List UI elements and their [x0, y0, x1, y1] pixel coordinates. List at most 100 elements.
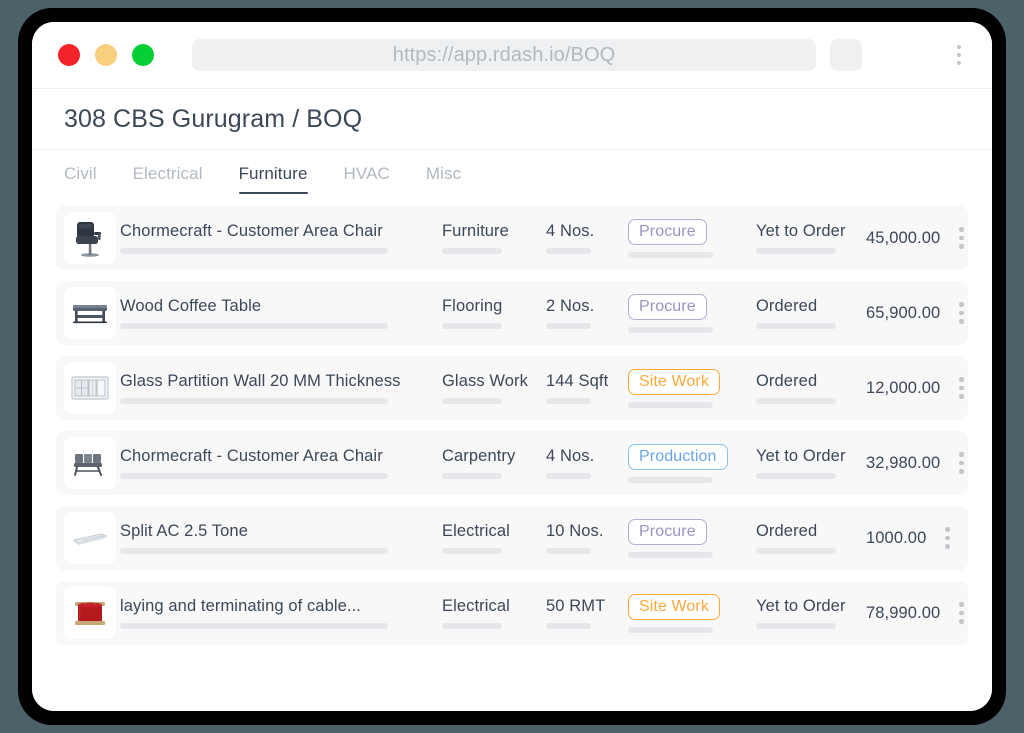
- item-name-cell: Split AC 2.5 Tone: [116, 522, 442, 554]
- item-category-cell: Carpentry: [442, 447, 546, 479]
- placeholder-bar: [756, 623, 836, 629]
- item-work-type-cell: Site Work: [628, 594, 756, 633]
- status-badge-work-type[interactable]: Site Work: [628, 594, 720, 620]
- item-order-status-cell: Yet to Order: [756, 222, 866, 254]
- kebab-menu-icon[interactable]: [950, 373, 972, 403]
- table-row[interactable]: Chormecraft - Customer Area Chair Carpen…: [56, 431, 968, 495]
- office-chair-image: [64, 212, 116, 264]
- browser-toolbar: https://app.rdash.io/BOQ: [32, 22, 992, 88]
- status-badge-work-type[interactable]: Site Work: [628, 369, 720, 395]
- kebab-dot: [959, 311, 964, 316]
- table-row[interactable]: Glass Partition Wall 20 MM Thickness Gla…: [56, 356, 968, 420]
- page-header: 308 CBS Gurugram / BOQ: [32, 88, 992, 150]
- bench-seating-image: [64, 437, 116, 489]
- item-quantity: 4 Nos.: [546, 222, 628, 241]
- placeholder-bar: [120, 398, 388, 404]
- item-category: Glass Work: [442, 372, 546, 391]
- item-quantity: 10 Nos.: [546, 522, 628, 541]
- kebab-dot: [959, 461, 964, 466]
- kebab-menu-icon[interactable]: [950, 298, 972, 328]
- table-row[interactable]: Wood Coffee Table Flooring 2 Nos. Procur…: [56, 281, 968, 345]
- status-badge-work-type[interactable]: Procure: [628, 219, 707, 245]
- tab-misc[interactable]: Misc: [426, 158, 461, 194]
- cable-spool-image: [64, 587, 116, 639]
- item-order-status: Ordered: [756, 372, 866, 391]
- kebab-menu-icon[interactable]: [950, 223, 972, 253]
- toolbar-extension-button[interactable]: [830, 39, 862, 71]
- placeholder-bar: [628, 327, 713, 333]
- kebab-dot: [957, 53, 961, 57]
- kebab-menu-icon[interactable]: [946, 40, 972, 70]
- tab-hvac[interactable]: HVAC: [344, 158, 390, 194]
- item-category-cell: Flooring: [442, 297, 546, 329]
- kebab-menu-icon[interactable]: [950, 448, 972, 478]
- item-order-status-cell: Yet to Order: [756, 597, 866, 629]
- tab-civil[interactable]: Civil: [64, 158, 97, 194]
- kebab-dot: [959, 244, 964, 249]
- placeholder-bar: [628, 477, 713, 483]
- kebab-dot: [957, 45, 961, 49]
- placeholder-bar: [546, 473, 591, 479]
- kebab-dot: [959, 386, 964, 391]
- item-work-type-cell: Procure: [628, 519, 756, 558]
- item-name: Chormecraft - Customer Area Chair: [120, 222, 442, 241]
- item-name-cell: laying and terminating of cable...: [116, 597, 442, 629]
- glass-window-image: [64, 362, 116, 414]
- kebab-dot: [959, 236, 964, 241]
- browser-window: https://app.rdash.io/BOQ 308 CBS Gurugra…: [32, 22, 992, 711]
- item-category: Electrical: [442, 522, 546, 541]
- placeholder-bar: [546, 548, 591, 554]
- placeholder-bar: [756, 248, 836, 254]
- item-amount-cell: 45,000.00: [866, 229, 950, 248]
- item-quantity: 2 Nos.: [546, 297, 628, 316]
- item-category: Flooring: [442, 297, 546, 316]
- item-name: Chormecraft - Customer Area Chair: [120, 447, 442, 466]
- item-name-cell: Chormecraft - Customer Area Chair: [116, 447, 442, 479]
- tab-electrical[interactable]: Electrical: [133, 158, 203, 194]
- placeholder-bar: [628, 402, 713, 408]
- item-category: Furniture: [442, 222, 546, 241]
- item-amount: 65,900.00: [866, 304, 940, 323]
- placeholder-bar: [442, 248, 502, 254]
- item-order-status: Yet to Order: [756, 222, 866, 241]
- maximize-window-button[interactable]: [132, 44, 154, 66]
- minimize-window-button[interactable]: [95, 44, 117, 66]
- status-badge-work-type[interactable]: Production: [628, 444, 728, 470]
- item-order-status-cell: Ordered: [756, 297, 866, 329]
- placeholder-bar: [756, 398, 836, 404]
- item-name: Glass Partition Wall 20 MM Thickness: [120, 372, 442, 391]
- kebab-dot: [959, 619, 964, 624]
- placeholder-bar: [120, 323, 388, 329]
- item-quantity-cell: 144 Sqft: [546, 372, 628, 404]
- item-amount: 1000.00: [866, 529, 926, 548]
- placeholder-bar: [546, 623, 591, 629]
- item-amount-cell: 65,900.00: [866, 304, 950, 323]
- item-work-type-cell: Procure: [628, 219, 756, 258]
- kebab-menu-icon[interactable]: [950, 598, 972, 628]
- placeholder-bar: [628, 627, 713, 633]
- table-row[interactable]: Split AC 2.5 Tone Electrical 10 Nos. Pro…: [56, 506, 968, 570]
- kebab-menu-icon[interactable]: [936, 523, 958, 553]
- item-name: laying and terminating of cable...: [120, 597, 442, 616]
- address-bar[interactable]: https://app.rdash.io/BOQ: [192, 39, 816, 71]
- status-badge-work-type[interactable]: Procure: [628, 294, 707, 320]
- item-category: Carpentry: [442, 447, 546, 466]
- kebab-dot: [959, 227, 964, 232]
- tab-furniture[interactable]: Furniture: [239, 158, 308, 194]
- kebab-dot: [945, 536, 950, 541]
- table-row[interactable]: laying and terminating of cable... Elect…: [56, 581, 968, 645]
- item-work-type-cell: Procure: [628, 294, 756, 333]
- item-amount-cell: 12,000.00: [866, 379, 950, 398]
- table-row[interactable]: Chormecraft - Customer Area Chair Furnit…: [56, 206, 968, 270]
- item-quantity: 4 Nos.: [546, 447, 628, 466]
- item-category-cell: Furniture: [442, 222, 546, 254]
- boq-item-list: Chormecraft - Customer Area Chair Furnit…: [32, 202, 992, 711]
- kebab-dot: [959, 302, 964, 307]
- kebab-dot: [959, 452, 964, 457]
- item-quantity: 144 Sqft: [546, 372, 628, 391]
- item-order-status: Ordered: [756, 297, 866, 316]
- kebab-dot: [959, 602, 964, 607]
- status-badge-work-type[interactable]: Procure: [628, 519, 707, 545]
- close-window-button[interactable]: [58, 44, 80, 66]
- kebab-dot: [957, 61, 961, 65]
